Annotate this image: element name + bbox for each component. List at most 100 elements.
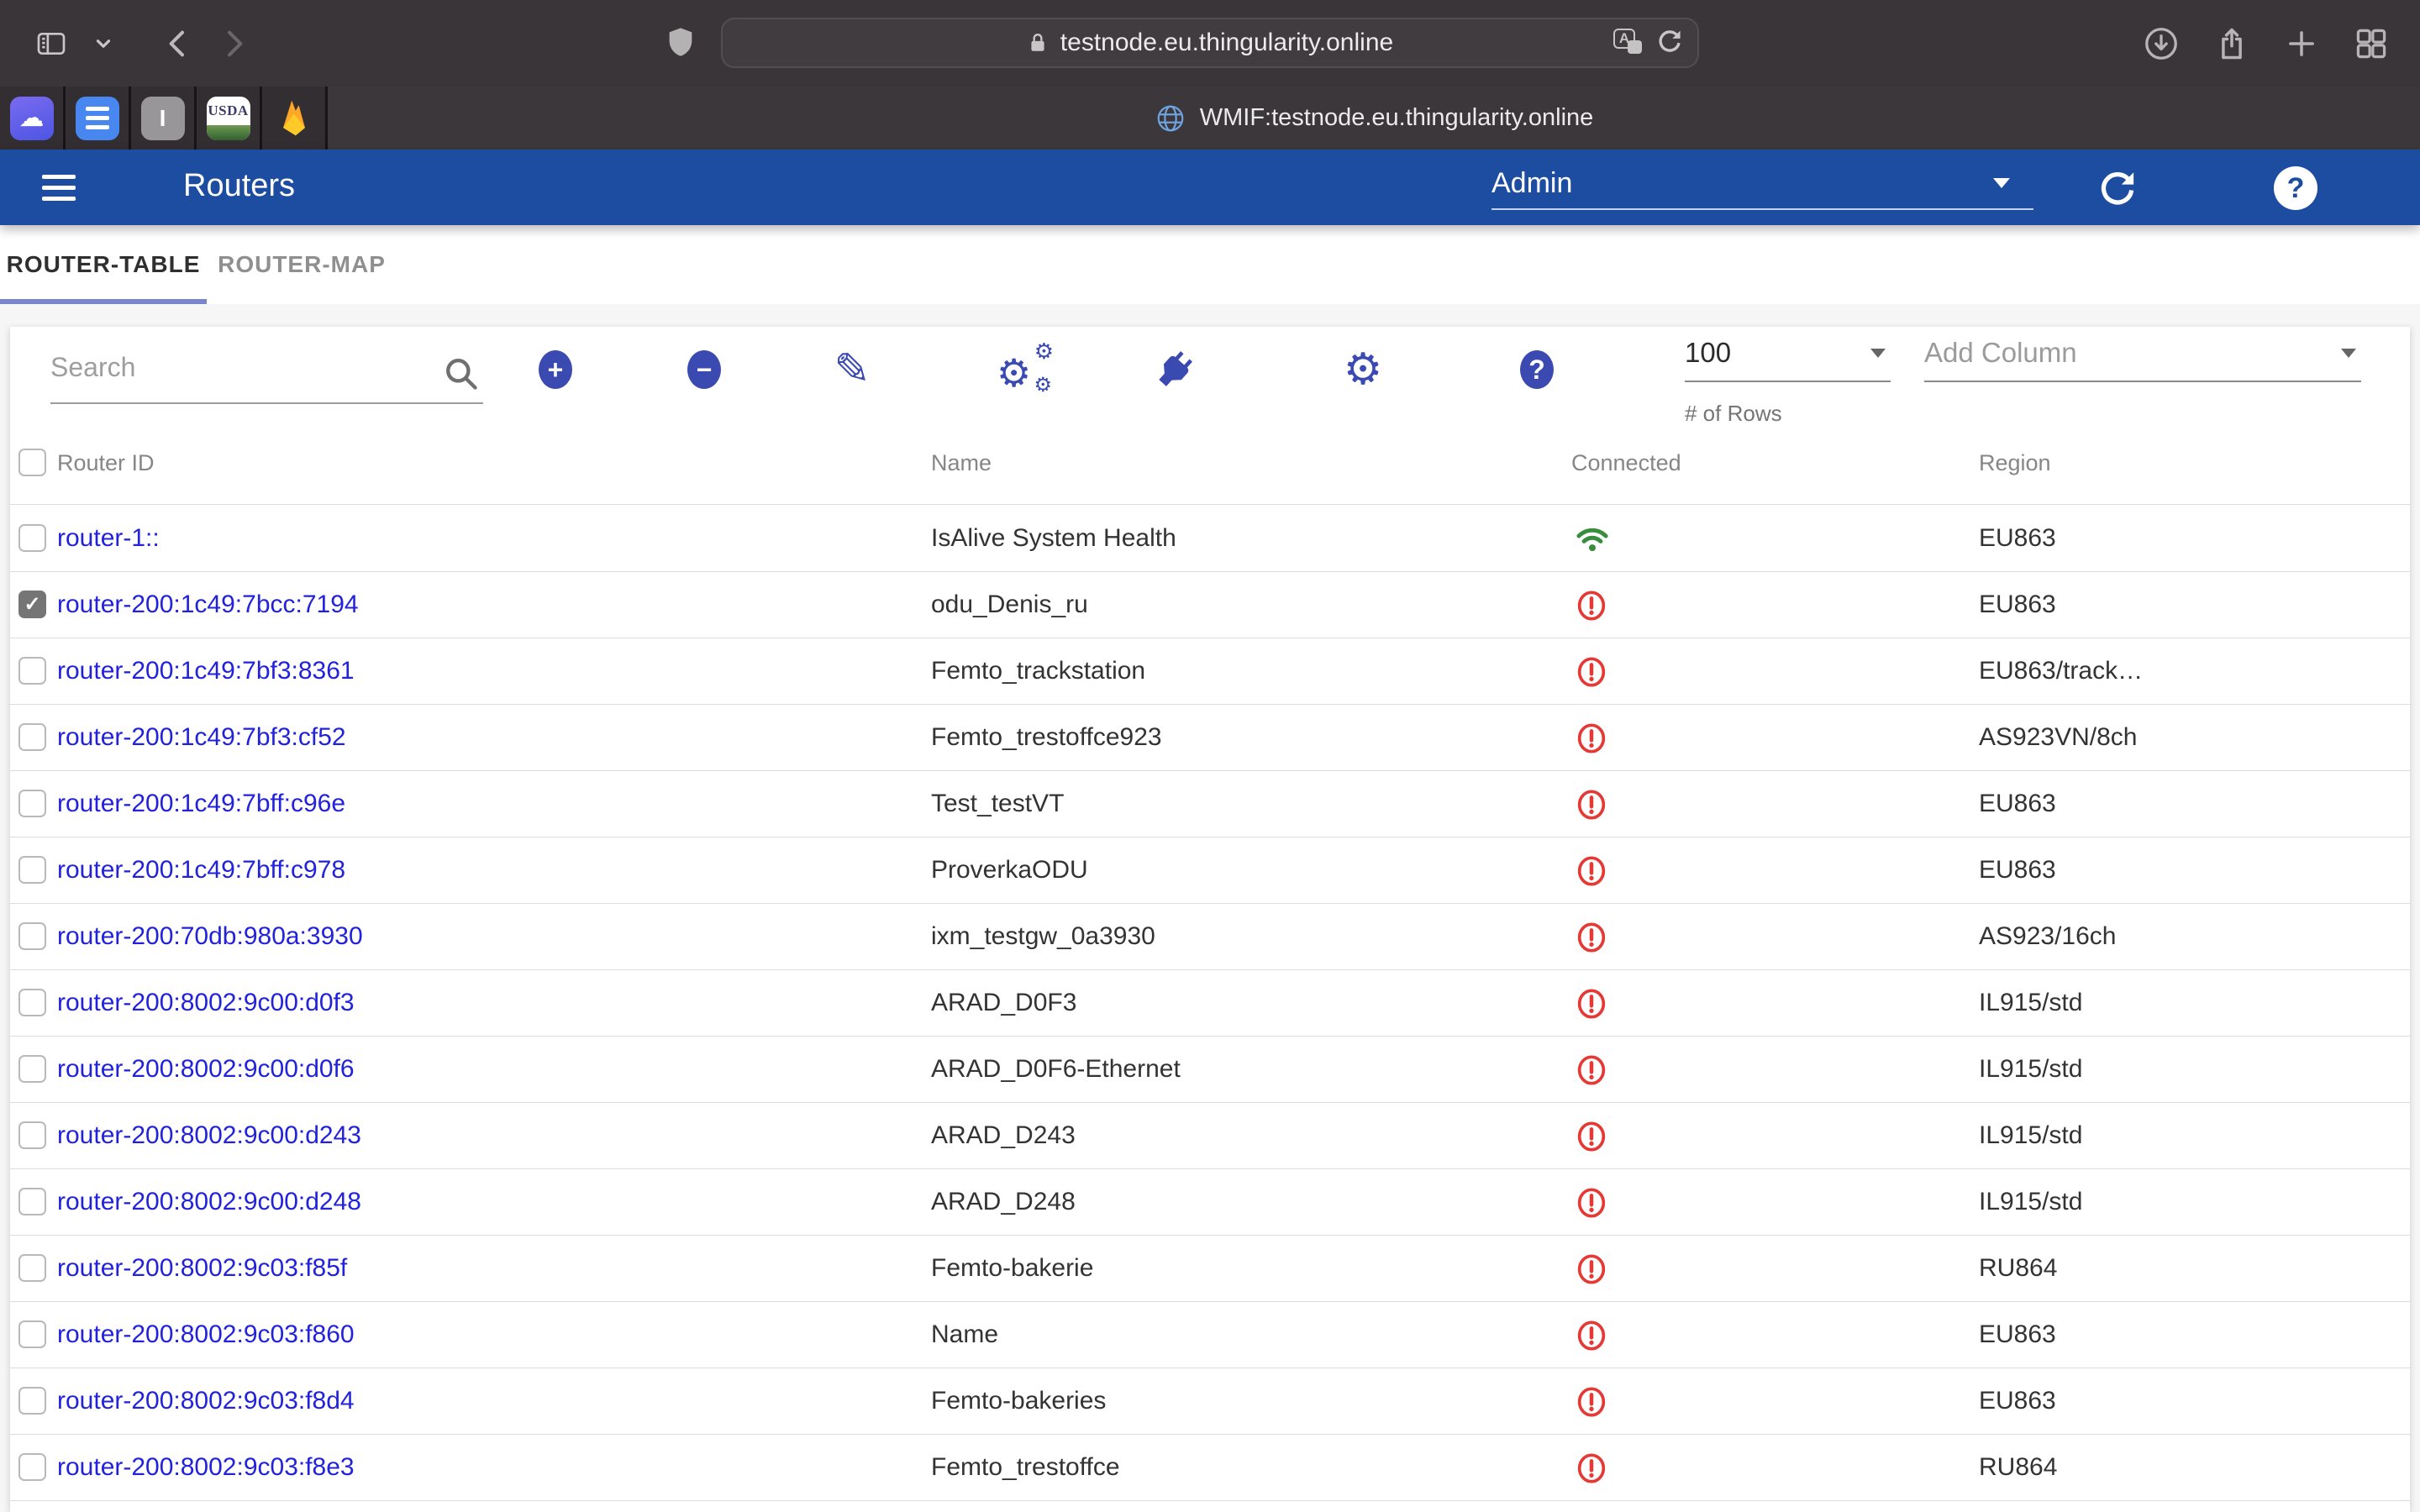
row-checkbox[interactable] [18, 1055, 46, 1083]
pinned-tab-info[interactable]: I [131, 87, 197, 150]
router-id-link[interactable]: router-200:1c49:7bff:c96e [57, 771, 345, 837]
help-button[interactable]: ? [2274, 166, 2317, 210]
add-icon: + [539, 350, 572, 389]
select-all-checkbox[interactable] [18, 449, 46, 476]
pencil-icon: ✎ [834, 348, 871, 391]
tab-router-table[interactable]: ROUTER-TABLE [0, 225, 207, 304]
table-row[interactable]: router-200:1c49:7bf3:8361 Femto_tracksta… [10, 638, 2410, 705]
chevron-down-icon [92, 33, 114, 55]
table-help-button[interactable]: ? [1520, 350, 1554, 389]
row-checkbox[interactable] [18, 1188, 46, 1215]
add-router-button[interactable]: + [539, 350, 572, 389]
row-checkbox[interactable] [18, 657, 46, 685]
pinned-tab-firebase[interactable] [262, 87, 328, 150]
router-name: ixm_testgw_0a3930 [931, 904, 1155, 969]
row-checkbox[interactable] [18, 1387, 46, 1415]
table-row[interactable]: router-200:1c49:7bff:c96e Test_testVT EU… [10, 771, 2410, 837]
sidebar-toggle-button[interactable] [32, 27, 71, 60]
active-tab-underline [0, 299, 207, 304]
url-bar[interactable]: testnode.eu.thingularity.online A [721, 18, 1699, 68]
user-role-value: Admin [1491, 167, 1572, 200]
sidebar-icon [32, 27, 71, 60]
refresh-button[interactable] [2096, 166, 2139, 210]
translate-button[interactable]: A [1613, 29, 1642, 54]
column-header-name: Name [931, 421, 992, 505]
table-row[interactable]: router-200:1c49:7bcc:7194 odu_Denis_ru E… [10, 572, 2410, 638]
batch-settings-button[interactable]: ⚙⚙⚙ [997, 344, 1055, 396]
add-column-select[interactable]: Add Column [1924, 337, 2361, 382]
search-field [50, 345, 483, 404]
router-id-link[interactable]: router-200:8002:9c03:f85f [57, 1236, 347, 1301]
table-row[interactable]: router-200:8002:9c03:f8d4 Femto-bakeries… [10, 1368, 2410, 1435]
reload-button[interactable] [1655, 27, 1684, 55]
active-browser-tab[interactable]: WMIF:testnode.eu.thingularity.online [328, 87, 2420, 150]
router-id-link[interactable]: router-1:: [57, 506, 160, 571]
router-id-link[interactable]: router-200:8002:9c00:d0f3 [57, 970, 355, 1036]
row-checkbox[interactable] [18, 1121, 46, 1149]
router-id-link[interactable]: router-200:70db:980a:3930 [57, 904, 363, 969]
connect-button[interactable] [1151, 346, 1198, 393]
connected-status [1575, 1119, 1610, 1154]
table-row[interactable]: router-200:1c49:7bff:c978 ProverkaODU EU… [10, 837, 2410, 904]
page-title: Routers [183, 168, 295, 204]
row-checkbox[interactable] [18, 723, 46, 751]
router-id-link[interactable]: router-200:8002:9c00:d243 [57, 1103, 361, 1168]
edit-router-button[interactable]: ✎ [834, 348, 871, 391]
router-name: ARAD_D248 [931, 1169, 1076, 1235]
search-icon[interactable] [443, 355, 480, 392]
downloads-button[interactable] [2143, 25, 2180, 62]
row-checkbox[interactable] [18, 1320, 46, 1348]
table-row[interactable]: router-200:8002:9c00:d248 ARAD_D248 IL91… [10, 1169, 2410, 1236]
router-id-link[interactable]: router-200:1c49:7bf3:8361 [57, 638, 355, 704]
privacy-shield-icon[interactable] [664, 22, 697, 62]
row-checkbox[interactable] [18, 856, 46, 884]
router-id-link[interactable]: router-200:1c49:7bf3:cf52 [57, 705, 346, 770]
new-tab-button[interactable] [2284, 26, 2319, 61]
table-row[interactable]: router-200:8002:9c03:f8e3 Femto_trestoff… [10, 1435, 2410, 1501]
router-id-link[interactable]: router-200:1c49:7bcc:7194 [57, 572, 359, 638]
rows-per-page-select[interactable]: 100 [1685, 337, 1891, 382]
share-button[interactable] [2213, 24, 2250, 63]
pinned-tab-usda[interactable]: USDA [197, 87, 262, 150]
forward-button[interactable] [217, 27, 250, 60]
remove-router-button[interactable]: − [687, 350, 721, 389]
sidebar-chevron-button[interactable] [92, 33, 114, 55]
router-name: Femto_trestoffce923 [931, 705, 1162, 770]
table-row[interactable]: router-200:8002:9c03:f860 Name EU863 [10, 1302, 2410, 1368]
column-header-connected: Connected [1571, 421, 1681, 505]
table-row[interactable]: router-200:8002:9c00:d0f3 ARAD_D0F3 IL91… [10, 970, 2410, 1037]
router-id-link[interactable]: router-200:1c49:7bff:c978 [57, 837, 345, 903]
table-row[interactable]: router-200:1c49:7bf3:cf52 Femto_trestoff… [10, 705, 2410, 771]
row-checkbox[interactable] [18, 1254, 46, 1282]
table-row[interactable]: router-1:: IsAlive System Health EU863 [10, 506, 2410, 572]
error-icon [1575, 1053, 1608, 1088]
settings-button[interactable]: ⚙ [1344, 348, 1383, 391]
back-button[interactable] [161, 27, 195, 60]
row-checkbox[interactable] [18, 989, 46, 1016]
tab-router-map[interactable]: ROUTER-MAP [207, 225, 397, 304]
router-id-link[interactable]: router-200:8002:9c00:d248 [57, 1169, 361, 1235]
search-input[interactable] [50, 345, 420, 383]
router-id-link[interactable]: router-200:8002:9c03:f8d4 [57, 1368, 355, 1434]
row-checkbox[interactable] [18, 591, 46, 618]
router-id-link[interactable]: router-200:8002:9c03:f8e3 [57, 1435, 355, 1500]
row-checkbox[interactable] [18, 524, 46, 552]
table-row[interactable]: router-200:8002:9c00:d0f6 ARAD_D0F6-Ethe… [10, 1037, 2410, 1103]
pinned-tab-icloud[interactable]: ☁ [0, 87, 66, 150]
menu-button[interactable] [42, 170, 79, 205]
remove-icon: − [687, 350, 721, 389]
row-checkbox[interactable] [18, 790, 46, 817]
pinned-tab-docs[interactable] [66, 87, 131, 150]
row-checkbox[interactable] [18, 922, 46, 950]
table-row[interactable]: router-200:8002:9c03:f85f Femto-bakerie … [10, 1236, 2410, 1302]
gear-icon: ⚙ [1344, 348, 1383, 391]
plus-icon [2284, 26, 2319, 61]
grid-icon [2353, 25, 2390, 62]
user-role-select[interactable]: Admin [1491, 158, 2033, 210]
router-id-link[interactable]: router-200:8002:9c03:f860 [57, 1302, 355, 1368]
tab-overview-button[interactable] [2353, 25, 2390, 62]
table-row[interactable]: router-200:8002:9c00:d243 ARAD_D243 IL91… [10, 1103, 2410, 1169]
router-id-link[interactable]: router-200:8002:9c00:d0f6 [57, 1037, 355, 1102]
table-row[interactable]: router-200:70db:980a:3930 ixm_testgw_0a3… [10, 904, 2410, 970]
row-checkbox[interactable] [18, 1453, 46, 1481]
